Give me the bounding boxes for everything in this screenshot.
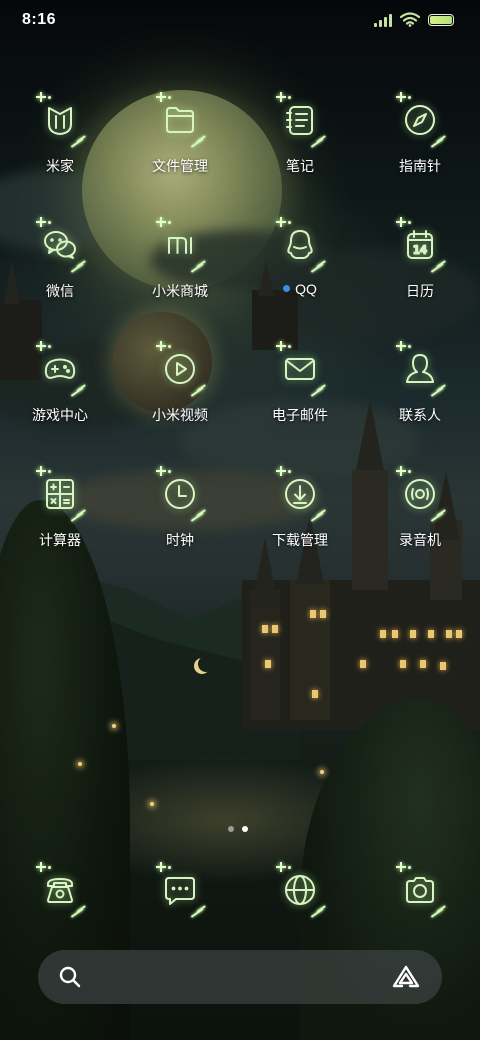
dock-messages[interactable] [120, 862, 240, 918]
dock [0, 862, 480, 918]
app-label: 微信 [46, 282, 74, 299]
app-label: 计算器 [39, 531, 81, 548]
page-indicator[interactable] [228, 826, 248, 832]
camera-icon [392, 862, 448, 918]
message-icon [152, 862, 208, 918]
wechat-icon [32, 216, 88, 273]
mi-store-icon [152, 216, 208, 273]
battery-icon [428, 13, 454, 26]
app-label: 小米商城 [152, 282, 208, 299]
download-icon [272, 465, 328, 522]
mijia-icon [32, 92, 88, 148]
app-calendar[interactable]: 14 日历 [360, 216, 480, 342]
app-email[interactable]: 电子邮件 [240, 341, 360, 466]
app-notes[interactable]: 笔记 [240, 92, 360, 217]
compass-icon [392, 92, 448, 148]
app-label: 电子邮件 [272, 407, 328, 423]
app-label: 联系人 [399, 407, 441, 423]
app-label: 日历 [406, 282, 434, 299]
clock-icon [152, 465, 208, 522]
recorder-icon [392, 465, 448, 522]
page-dot-1[interactable] [228, 826, 234, 832]
app-qq[interactable]: QQ [240, 216, 360, 342]
search-bar[interactable] [38, 950, 442, 1004]
wifi-icon [400, 12, 420, 27]
app-grid: 米家 文件管理 笔记 指南针 微信 小米商城 QQ 14 日历 游戏中心 小米视… [0, 92, 480, 590]
app-label: 笔记 [286, 158, 314, 174]
app-clock[interactable]: 时钟 [120, 465, 240, 591]
dock-browser[interactable] [240, 862, 360, 918]
envelope-icon [272, 341, 328, 397]
folder-icon [152, 92, 208, 148]
app-label: 下载管理 [272, 531, 328, 548]
app-mijia[interactable]: 米家 [0, 92, 120, 217]
assistant-triangle-icon[interactable] [392, 965, 420, 989]
phone-icon [32, 862, 88, 918]
crescent-moon [198, 656, 214, 672]
globe-icon [272, 862, 328, 918]
qq-penguin-icon [272, 216, 328, 273]
dock-phone[interactable] [0, 862, 120, 918]
cellular-signal-icon [374, 13, 392, 27]
calendar-day: 14 [413, 243, 427, 256]
app-mi-store[interactable]: 小米商城 [120, 216, 240, 342]
app-label: 文件管理 [152, 158, 208, 174]
app-calculator[interactable]: 计算器 [0, 465, 120, 591]
dock-camera[interactable] [360, 862, 480, 918]
app-game-center[interactable]: 游戏中心 [0, 341, 120, 466]
calendar-icon: 14 [392, 216, 448, 273]
app-label: 录音机 [399, 531, 441, 548]
clock-time: 8:16 [22, 11, 57, 28]
app-compass[interactable]: 指南针 [360, 92, 480, 217]
app-label: 米家 [46, 158, 74, 174]
app-wechat[interactable]: 微信 [0, 216, 120, 342]
app-recorder[interactable]: 录音机 [360, 465, 480, 591]
app-label: 小米视频 [152, 407, 208, 423]
calculator-icon [32, 465, 88, 522]
search-icon[interactable] [58, 965, 82, 989]
app-mi-video[interactable]: 小米视频 [120, 341, 240, 466]
status-bar: 8:16 [0, 0, 480, 42]
page-dot-2-active[interactable] [242, 826, 248, 832]
app-label: 游戏中心 [32, 407, 88, 423]
notes-icon [272, 92, 328, 148]
app-label: 时钟 [166, 531, 194, 548]
app-download-manager[interactable]: 下载管理 [240, 465, 360, 591]
gamepad-icon [32, 341, 88, 397]
status-icons [374, 12, 454, 27]
contact-person-icon [392, 341, 448, 397]
app-contacts[interactable]: 联系人 [360, 341, 480, 466]
notification-dot [283, 285, 291, 292]
app-label-qq: QQ [283, 281, 317, 297]
app-label: 指南针 [399, 158, 441, 174]
app-file-manager[interactable]: 文件管理 [120, 92, 240, 217]
play-icon [152, 341, 208, 397]
